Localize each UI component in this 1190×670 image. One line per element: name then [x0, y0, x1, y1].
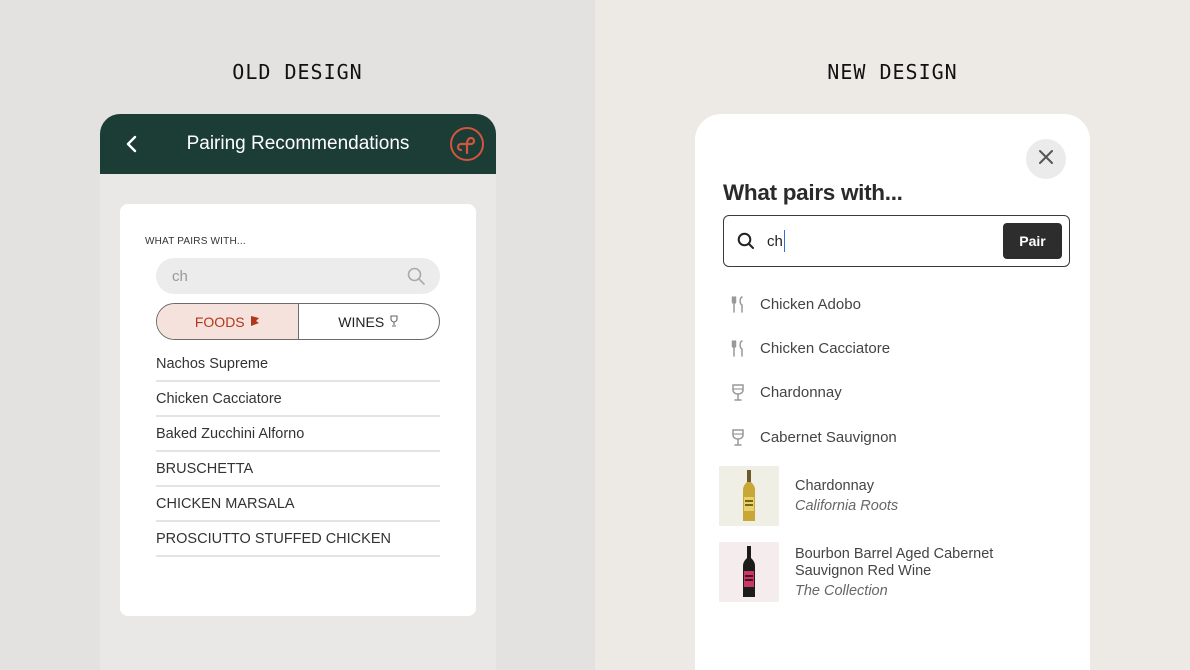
- suggestion-item[interactable]: Chicken Adobo: [723, 282, 1070, 326]
- product-info: Chardonnay California Roots: [795, 466, 898, 514]
- list-item[interactable]: BRUSCHETTA: [156, 452, 440, 487]
- search-input-value: ch: [767, 232, 783, 250]
- new-design-heading: NEW DESIGN: [827, 60, 958, 84]
- back-arrow-icon[interactable]: [120, 132, 144, 156]
- wines-tab-label: WINES: [338, 313, 385, 330]
- product-thumbnail: [719, 466, 779, 526]
- new-design-panel: NEW DESIGN What pairs with... ch Pair Ch…: [595, 0, 1190, 670]
- list-item[interactable]: Chicken Cacciatore: [156, 382, 440, 417]
- wines-tab[interactable]: WINES: [299, 304, 440, 339]
- wine-glass-icon: [389, 314, 399, 330]
- modal-title: What pairs with...: [723, 180, 903, 205]
- pairing-modal: What pairs with... ch Pair Chicken Adobo: [695, 114, 1090, 670]
- foods-tab[interactable]: FOODS: [157, 304, 299, 339]
- foods-tab-label: FOODS: [194, 313, 245, 330]
- product-thumbnail: [719, 542, 779, 602]
- product-info: Bourbon Barrel Aged Cabernet Sauvignon R…: [795, 542, 1025, 599]
- page-title: Pairing Recommendations: [186, 133, 410, 154]
- search-icon: [736, 231, 756, 251]
- pair-button[interactable]: Pair: [1003, 223, 1062, 259]
- old-design-heading: OLD DESIGN: [232, 60, 363, 84]
- old-phone-screen: Pairing Recommendations WHAT PAIRS WITH.…: [100, 114, 496, 670]
- suggestion-label: Chardonnay: [760, 384, 842, 402]
- list-item[interactable]: CHICKEN MARSALA: [156, 487, 440, 522]
- product-subtitle: California Roots: [795, 498, 899, 514]
- suggestion-list: Chicken Adobo Chicken Cacciatore Chardon…: [723, 282, 1070, 459]
- close-button[interactable]: [1026, 139, 1066, 179]
- search-input[interactable]: ch: [767, 230, 1003, 252]
- product-item[interactable]: Chardonnay California Roots: [719, 466, 1069, 526]
- what-pairs-label: WHAT PAIRS WITH...: [145, 236, 246, 247]
- red-wine-bottle-icon: [743, 546, 755, 597]
- pairing-card: WHAT PAIRS WITH... ch FOODS WINES Nachos…: [120, 204, 476, 616]
- text-caret: [783, 230, 786, 252]
- product-item[interactable]: Bourbon Barrel Aged Cabernet Sauvignon R…: [719, 542, 1069, 602]
- search-field[interactable]: ch: [156, 258, 440, 294]
- wine-glass-icon: [723, 427, 755, 447]
- list-item[interactable]: PROSCIUTTO STUFFED CHICKEN: [156, 522, 440, 557]
- brand-logo-icon[interactable]: [450, 127, 484, 161]
- suggestion-item[interactable]: Cabernet Sauvignon: [723, 415, 1070, 459]
- fork-knife-icon: [723, 338, 755, 358]
- suggestion-label: Cabernet Sauvignon: [760, 428, 897, 446]
- white-wine-bottle-icon: [743, 470, 755, 521]
- suggestion-label: Chicken Cacciatore: [760, 339, 891, 357]
- close-icon: [1038, 149, 1054, 170]
- search-icon[interactable]: [406, 266, 426, 286]
- suggestion-item[interactable]: Chardonnay: [723, 371, 1070, 415]
- product-name: Bourbon Barrel Aged Cabernet Sauvignon R…: [795, 546, 994, 579]
- product-subtitle: The Collection: [795, 583, 888, 599]
- app-header: Pairing Recommendations: [100, 114, 496, 174]
- foods-wines-toggle: FOODS WINES: [156, 303, 440, 340]
- search-input[interactable]: ch: [172, 268, 406, 285]
- fork-knife-icon: [723, 294, 755, 314]
- product-results: Chardonnay California Roots Bourbon Barr…: [719, 466, 1069, 618]
- list-item[interactable]: Nachos Supreme: [156, 347, 440, 382]
- search-field[interactable]: ch Pair: [723, 215, 1070, 267]
- suggestion-item[interactable]: Chicken Cacciatore: [723, 326, 1070, 370]
- product-name: Chardonnay: [795, 478, 874, 494]
- food-icon: [250, 314, 260, 330]
- wine-glass-icon: [723, 383, 755, 403]
- old-design-panel: OLD DESIGN Pairing Recommendations WHAT …: [0, 0, 595, 670]
- results-list: Nachos Supreme Chicken Cacciatore Baked …: [156, 347, 440, 557]
- list-item[interactable]: Baked Zucchini Alforno: [156, 417, 440, 452]
- suggestion-label: Chicken Adobo: [760, 295, 861, 313]
